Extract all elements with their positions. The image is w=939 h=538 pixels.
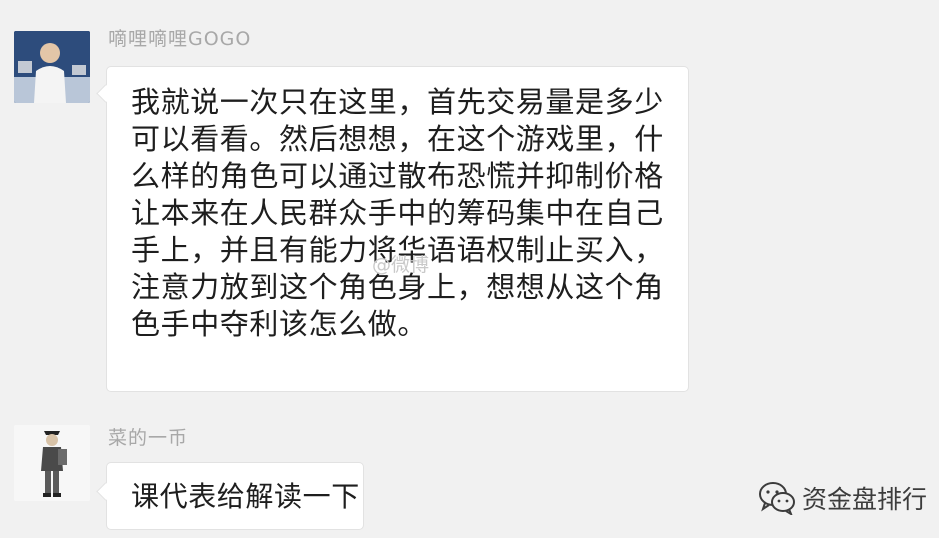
message-text-line: 可以看看。然后想想，在这个游戏里，什 [131,122,664,156]
source-label: 资金盘排行 [802,485,928,514]
message-bubble[interactable]: 我就说一次只在这里，首先交易量是多少 可以看看。然后想想，在这个游戏里，什 么样… [106,66,689,392]
user-photo-icon [14,31,90,103]
avatar-sender-1[interactable] [14,31,90,103]
message-text-line: 课代表给解读一下 [131,480,360,513]
weibo-watermark: @微博 [372,254,430,276]
message-text-line: 我就说一次只在这里，首先交易量是多少 [131,85,664,119]
message-text-line: 么样的角色可以通过散布恐慌并抑制价格 [131,159,664,193]
avatar-sender-2[interactable] [14,425,90,501]
message-bubble[interactable]: 课代表给解读一下 [106,462,364,530]
source-watermark: 资金盘排行 [758,480,927,516]
standing-figure-icon [14,425,90,501]
sender-name: 嘀哩嘀哩GOGO [108,28,252,50]
sender-name: 菜的一币 [108,427,189,449]
wechat-icon [759,482,795,515]
message-text-line: 色手中夺利该怎么做。 [131,307,428,341]
message-text-line: 让本来在人民群众手中的筹码集中在自己 [131,196,664,230]
